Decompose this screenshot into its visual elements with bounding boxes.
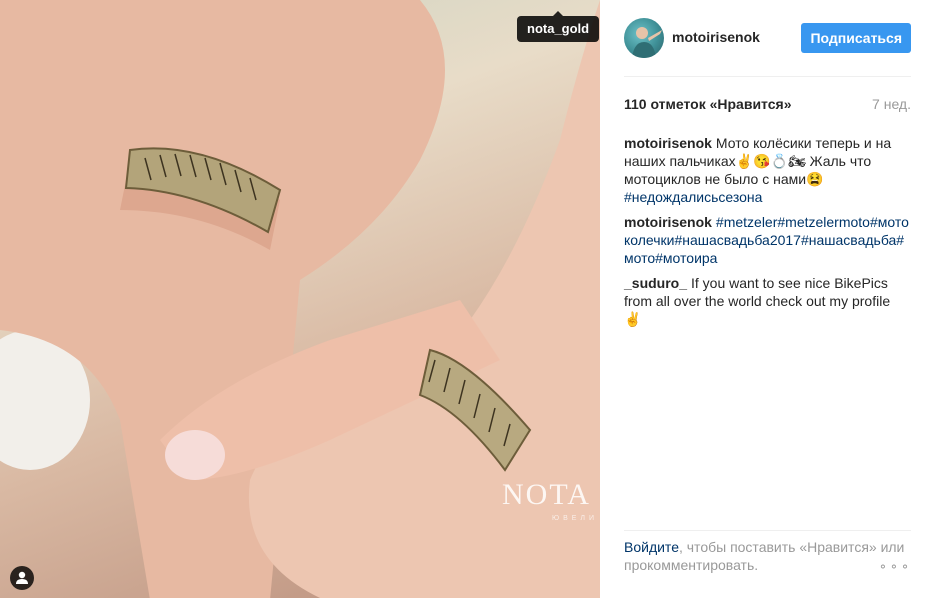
comment-author[interactable]: motoirisenok [624,135,712,151]
watermark-text: NOTA [502,478,591,511]
comment-author[interactable]: motoirisenok [624,214,712,230]
login-prompt: Войдите, чтобы поставить «Нравится» или … [624,538,911,574]
post-photo[interactable]: NOTA ЮВЕЛИ nota_gold [0,0,600,598]
likes-count[interactable]: 110 отметок «Нравится» [624,96,791,112]
more-options-icon[interactable]: ⚬⚬⚬ [878,558,911,576]
comment: motoirisenok Мото колёсики теперь и на на… [624,134,911,206]
likes-row: 110 отметок «Нравится» 7 нед. [624,96,911,116]
user-tag-label[interactable]: nota_gold [517,11,600,42]
divider [624,530,911,531]
divider [624,76,911,77]
post-side-panel: motoirisenok Подписаться 110 отметок «Нр… [600,0,935,598]
comment-hashtags[interactable]: #недождалисьсезона [624,189,762,205]
comment: _suduro_ If you want to see nice BikePics… [624,274,911,328]
username[interactable]: motoirisenok [672,29,760,45]
comment: motoirisenok #metzeler#metzelermoto#моток… [624,213,911,267]
comment-author[interactable]: _suduro_ [624,275,687,291]
watermark-subtext: ЮВЕЛИ [552,515,599,522]
follow-button[interactable]: Подписаться [801,23,911,53]
post-time[interactable]: 7 нед. [872,96,911,112]
avatar[interactable] [624,18,664,58]
fingernail [165,430,225,480]
user-tag-icon[interactable] [10,566,34,590]
post-header: motoirisenok Подписаться [624,16,911,60]
login-link[interactable]: Войдите [624,539,679,555]
comments-list: motoirisenok Мото колёсики теперь и на на… [624,134,911,335]
